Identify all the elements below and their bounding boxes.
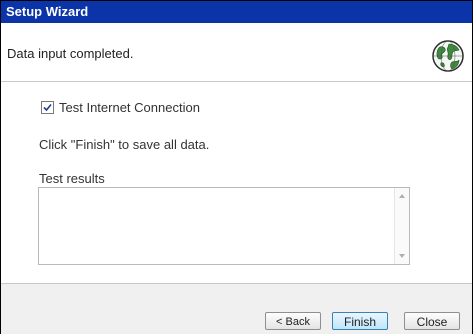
wizard-header: Data input completed. xyxy=(1,23,472,82)
test-connection-checkbox[interactable] xyxy=(41,101,54,114)
finish-button[interactable]: Finish xyxy=(332,312,388,330)
results-scrollbar[interactable] xyxy=(394,188,409,264)
title-bar: Setup Wizard xyxy=(1,1,472,23)
globe-icon xyxy=(432,40,464,72)
test-results-label: Test results xyxy=(39,171,105,186)
test-connection-label[interactable]: Test Internet Connection xyxy=(59,100,200,115)
back-button[interactable]: < Back xyxy=(265,312,321,330)
header-message: Data input completed. xyxy=(7,46,134,61)
scroll-up-icon[interactable] xyxy=(399,194,405,198)
window-title: Setup Wizard xyxy=(6,4,89,19)
setup-wizard-window: Setup Wizard Data input completed. Test … xyxy=(0,0,473,334)
wizard-footer: < Back Finish Close xyxy=(1,283,472,334)
test-results-textarea[interactable] xyxy=(38,187,410,265)
checkmark-icon xyxy=(43,103,52,112)
scroll-down-icon[interactable] xyxy=(399,254,405,258)
wizard-content: Test Internet Connection Click "Finish" … xyxy=(1,82,472,283)
finish-hint: Click "Finish" to save all data. xyxy=(39,137,210,152)
close-button[interactable]: Close xyxy=(404,312,460,330)
